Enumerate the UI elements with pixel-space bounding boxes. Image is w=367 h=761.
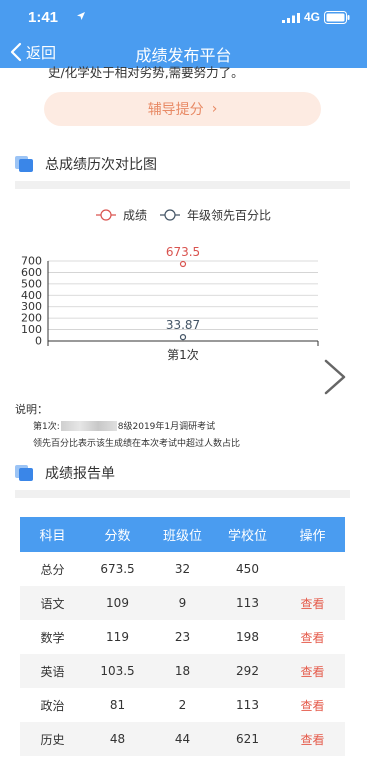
network-type: 4G xyxy=(304,10,321,24)
cell-score: 109 xyxy=(106,596,129,610)
data-point-1 xyxy=(179,334,187,341)
legend-label-0: 成绩 xyxy=(123,209,147,223)
header-score: 分数 xyxy=(104,529,131,544)
y-tick-label: 700 xyxy=(21,255,42,268)
cell-subject: 历史 xyxy=(40,732,65,747)
note-exam-prefix: 第1次: xyxy=(33,422,60,432)
battery-icon xyxy=(324,11,350,24)
signal-bars-icon xyxy=(282,13,300,23)
y-tick-label: 400 xyxy=(21,289,42,302)
history-section-header: 总成绩历次对比图 xyxy=(15,153,157,175)
table-header-row: 科目 分数 班级位 学校位 操作 xyxy=(20,517,345,552)
section-divider xyxy=(15,181,350,189)
history-chart: 成绩 年级领先百分比 0 100 200 300 400 500 600 700 第1次 673.5 3… xyxy=(0,195,367,385)
data-label-1: 33.87 xyxy=(166,318,200,332)
cell-subject: 语文 xyxy=(40,596,65,611)
view-detail-link[interactable]: 查看 xyxy=(280,586,345,620)
table-row: 政治 81 2 113 查看 xyxy=(20,688,345,722)
table-row: 总分 673.5 32 450 xyxy=(20,552,345,586)
legend-marker-0 xyxy=(100,209,112,221)
cell-school-rank: 113 xyxy=(236,698,259,712)
y-tick-label: 600 xyxy=(21,266,42,279)
location-arrow-icon xyxy=(77,12,85,20)
note-line-exam: 第1次: 8级2019年1月调研考试 xyxy=(33,419,215,432)
section-icon xyxy=(15,465,33,481)
status-time: 1:41 xyxy=(28,9,59,26)
report-section-header: 成绩报告单 xyxy=(15,462,115,484)
y-tick-label: 200 xyxy=(21,312,42,325)
cell-score: 103.5 xyxy=(100,664,135,678)
chevron-right-icon: › xyxy=(211,101,218,117)
table-row: 历史 48 44 621 查看 xyxy=(20,722,345,756)
cell-school-rank: 292 xyxy=(236,664,259,678)
view-detail-link[interactable]: 查看 xyxy=(280,688,345,722)
cell-subject: 数学 xyxy=(40,630,65,645)
tutor-button[interactable]: 辅导提分 › xyxy=(44,92,321,126)
cell-school-rank: 450 xyxy=(236,562,259,576)
cell-subject: 政治 xyxy=(40,698,65,713)
view-detail-link[interactable]: 查看 xyxy=(280,654,345,688)
note-line-percentile: 领先百分比表示该生成绩在本次考试中超过人数占比 xyxy=(33,439,241,449)
y-tick-label: 500 xyxy=(21,277,42,290)
status-bar: 1:41 4G xyxy=(0,0,367,36)
header-school-rank: 学校位 xyxy=(227,529,267,544)
report-section-title: 成绩报告单 xyxy=(45,466,115,482)
table-row: 数学 119 23 198 查看 xyxy=(20,620,345,654)
cell-action xyxy=(280,552,345,586)
header-action: 操作 xyxy=(299,529,326,544)
cell-class-rank: 23 xyxy=(174,630,191,644)
chevron-left-icon xyxy=(10,42,22,62)
cell-class-rank: 44 xyxy=(174,732,191,746)
redacted-school-name xyxy=(60,420,117,431)
header-class-rank: 班级位 xyxy=(162,529,202,544)
cell-class-rank: 32 xyxy=(174,562,191,576)
note-title: 说明： xyxy=(15,403,48,416)
cell-class-rank: 2 xyxy=(178,698,187,712)
table-row: 语文 109 9 113 查看 xyxy=(20,586,345,620)
cell-subject: 总分 xyxy=(40,562,65,577)
header-subject: 科目 xyxy=(39,529,66,544)
y-tick-label: 0 xyxy=(35,335,42,348)
cell-score: 673.5 xyxy=(100,562,135,576)
history-section-title: 总成绩历次对比图 xyxy=(45,157,157,173)
cell-subject: 英语 xyxy=(40,664,65,679)
analysis-text: 史/化学处于相对劣势,需要努力了。 xyxy=(48,65,244,80)
note-exam-name: 8级2019年1月调研考试 xyxy=(117,422,216,432)
cell-school-rank: 198 xyxy=(236,630,259,644)
table-row: 英语 103.5 18 292 查看 xyxy=(20,654,345,688)
x-tick-label: 第1次 xyxy=(167,348,199,362)
history-chart-svg: 成绩 年级领先百分比 0100200300400500600700 第1次 673.5 3… xyxy=(21,209,319,362)
cell-school-rank: 113 xyxy=(236,596,259,610)
y-tick-label: 100 xyxy=(21,323,42,336)
section-icon xyxy=(15,156,33,172)
tutor-button-label: 辅导提分 xyxy=(147,102,204,118)
cell-score: 81 xyxy=(109,698,126,712)
cell-class-rank: 18 xyxy=(174,664,191,678)
chevron-right-next-icon[interactable] xyxy=(322,357,348,397)
cell-class-rank: 9 xyxy=(178,596,187,610)
section-divider xyxy=(15,490,350,498)
score-table: 科目 分数 班级位 学校位 操作 总分 673.5 32 450 语文 109 … xyxy=(20,517,345,756)
back-label: 返回 xyxy=(26,44,57,62)
cell-school-rank: 621 xyxy=(236,732,259,746)
view-detail-link[interactable]: 查看 xyxy=(280,722,345,756)
cell-score: 48 xyxy=(109,732,126,746)
view-detail-link[interactable]: 查看 xyxy=(280,620,345,654)
data-point-0 xyxy=(179,260,187,268)
cell-score: 119 xyxy=(106,630,129,644)
y-tick-label: 300 xyxy=(21,300,42,313)
legend-label-1: 年级领先百分比 xyxy=(187,209,271,223)
legend-marker-1 xyxy=(164,209,176,221)
data-label-0: 673.5 xyxy=(166,245,200,259)
